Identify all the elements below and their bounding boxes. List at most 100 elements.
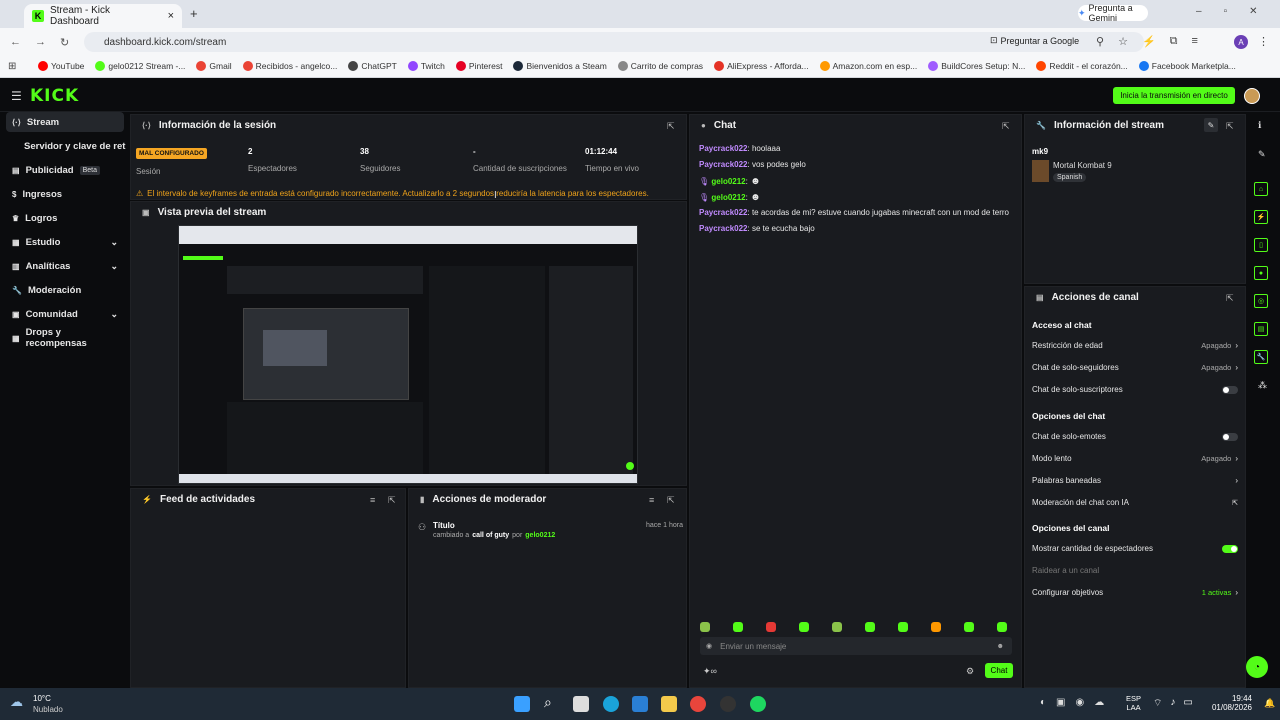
taskbar-search-icon[interactable]: ⌕	[544, 694, 552, 711]
chat-username[interactable]: Paycrack022	[699, 208, 748, 217]
emotes-only-toggle[interactable]	[1222, 432, 1238, 441]
sidebar-item-1[interactable]: Servidor y clave de retransmisión	[18, 136, 126, 156]
sidebar-item-0[interactable]: ⟨·⟩ Stream	[6, 112, 124, 132]
emote-5-icon[interactable]	[865, 622, 875, 632]
chat-settings-icon[interactable]: ◉	[706, 642, 712, 650]
back-icon[interactable]: ←	[10, 36, 21, 49]
bookmark-item[interactable]: Reddit - el corazón...	[1036, 61, 1128, 71]
bookmark-item[interactable]: Twitch	[407, 61, 445, 71]
chat-username[interactable]: gelo0212	[711, 193, 745, 202]
row-followers-only[interactable]: Chat de solo-seguidores Apagado ›	[1032, 363, 1238, 372]
info-icon[interactable]: ℹ	[1258, 120, 1261, 131]
rail-doc-icon[interactable]: ▯	[1254, 238, 1268, 252]
emote-1-icon[interactable]	[733, 622, 743, 632]
emote-0-icon[interactable]	[700, 622, 710, 632]
tray-icon-4[interactable]: ☁	[1094, 697, 1104, 708]
rail-chat-icon[interactable]: ●	[1254, 266, 1268, 280]
bookmark-item[interactable]: BuildCores Setup: N...	[928, 61, 1025, 71]
emote-8-icon[interactable]	[964, 622, 974, 632]
chat-input[interactable]: ◉ Enviar un mensaje ☻	[700, 637, 1012, 655]
send-chat-button[interactable]: Chat	[985, 663, 1013, 678]
tray-icon-2[interactable]: ▣	[1056, 697, 1065, 708]
row-slow-mode[interactable]: Modo lento Apagado ›	[1032, 454, 1238, 463]
google-lens-button[interactable]: ⊡ Preguntar a Google	[990, 35, 1079, 46]
chat-username[interactable]: Paycrack022	[699, 224, 748, 233]
obs-icon[interactable]	[720, 696, 736, 712]
close-window-icon[interactable]: ✕	[1249, 6, 1257, 17]
row-age-restriction[interactable]: Restricción de edad Apagado ›	[1032, 341, 1238, 350]
emote-6-icon[interactable]	[898, 622, 908, 632]
star-icon[interactable]: ☆	[1118, 35, 1128, 48]
chat-gear-icon[interactable]: ⚙	[966, 666, 974, 677]
forward-icon[interactable]: →	[35, 36, 46, 49]
language-indicator[interactable]: ESP LAA	[1126, 694, 1141, 712]
go-live-button[interactable]: Inicia la transmisión en directo	[1113, 87, 1235, 104]
rail-shield-icon[interactable]: ▤	[1254, 322, 1268, 336]
user-avatar[interactable]	[1244, 88, 1260, 104]
feed-expand-icon[interactable]: ⇱	[388, 495, 396, 506]
wifi-icon[interactable]: ⌔	[1153, 697, 1162, 710]
spotify-icon[interactable]	[750, 696, 766, 712]
rail-share-icon[interactable]: ⁂	[1258, 380, 1267, 391]
tray-steam-icon[interactable]: ◉	[1076, 697, 1085, 708]
row-banned-words[interactable]: Palabras baneadas ›	[1032, 476, 1238, 485]
mod-expand-icon[interactable]: ⇱	[667, 495, 675, 506]
bookmark-item[interactable]: gelo0212 Stream -...	[95, 61, 185, 71]
bookmark-item[interactable]: Gmail	[196, 61, 232, 71]
bookmark-item[interactable]: Carrito de compras	[617, 61, 703, 71]
menu-dots-icon[interactable]: ⋮	[1258, 35, 1269, 48]
bookmark-item[interactable]: Facebook Marketpla...	[1138, 61, 1236, 71]
rail-wrench-icon[interactable]: 🔧	[1254, 350, 1268, 364]
help-chat-icon[interactable]: ◔	[1246, 656, 1268, 678]
emote-7-icon[interactable]	[931, 622, 941, 632]
emote-3-icon[interactable]	[799, 622, 809, 632]
chat-username[interactable]: Paycrack022	[699, 144, 748, 153]
row-goals[interactable]: Configurar objetivos 1 activas ›	[1032, 588, 1238, 597]
expand-session-icon[interactable]: ⇱	[667, 121, 675, 132]
bookmark-item[interactable]: AliExpress - Afforda...	[714, 61, 809, 71]
emote-4-icon[interactable]	[832, 622, 842, 632]
sidebar-item-5[interactable]: ▦ Estudio ⌄	[6, 232, 124, 252]
new-tab-icon[interactable]: +	[190, 6, 198, 21]
volume-icon[interactable]: ♪	[1170, 697, 1175, 710]
battery-icon[interactable]: ▭	[1183, 697, 1192, 710]
bookmark-item[interactable]: Pinterest	[455, 61, 502, 71]
emoji-icon[interactable]: ☻	[997, 643, 1004, 650]
file-explorer-icon[interactable]	[661, 696, 677, 712]
minimize-icon[interactable]: –	[1196, 6, 1202, 17]
bookmark-item[interactable]: ChatGPT	[348, 61, 397, 71]
gemini-button[interactable]: ✦ Pregunta a Gemini	[1078, 3, 1148, 23]
sidebar-item-4[interactable]: ♛ Logros	[6, 208, 124, 228]
chat-expand-icon[interactable]: ⇱	[1002, 121, 1010, 132]
apps-grid-icon[interactable]: ⊞	[8, 61, 16, 72]
reading-list-icon[interactable]: ≡	[1192, 35, 1198, 48]
sidebar-item-3[interactable]: $ Ingresos	[6, 184, 124, 204]
hamburger-menu-icon[interactable]: ☰	[11, 89, 22, 103]
kick-logo[interactable]: KICK	[30, 86, 79, 106]
clock[interactable]: 19:44 01/08/2026	[1208, 694, 1252, 712]
task-view-icon[interactable]	[573, 696, 589, 712]
sidebar-item-8[interactable]: ▣ Comunidad ⌄	[6, 304, 124, 324]
row-ai-moderation[interactable]: Moderación del chat con IA ⇱	[1032, 498, 1238, 507]
channel-expand-icon[interactable]: ⇱	[1226, 293, 1234, 304]
bookmark-item[interactable]: YouTube	[38, 61, 84, 71]
profile-avatar[interactable]: A	[1234, 35, 1248, 49]
emote-2-icon[interactable]	[766, 622, 776, 632]
stream-preview-video[interactable]	[178, 225, 638, 484]
chat-username[interactable]: Paycrack022	[699, 160, 748, 169]
stream-category[interactable]: Mortal Kombat 9	[1053, 161, 1112, 170]
url-field[interactable]: dashboard.kick.com/stream	[84, 32, 1144, 52]
puzzle-icon[interactable]: ⧉	[1170, 35, 1178, 48]
chat-username[interactable]: gelo0212	[711, 177, 745, 186]
rail-button-1-icon[interactable]: ⌂	[1254, 182, 1268, 196]
maximize-icon[interactable]: ▫	[1224, 6, 1228, 17]
row-raid[interactable]: Raidear a un canal	[1032, 566, 1238, 575]
points-icon[interactable]: ✦∞	[703, 666, 717, 677]
subs-only-toggle[interactable]	[1222, 385, 1238, 394]
edge-icon[interactable]	[603, 696, 619, 712]
chrome-icon[interactable]	[690, 696, 706, 712]
notifications-icon[interactable]: 🔔	[1264, 698, 1275, 709]
bookmark-item[interactable]: Bienvenidos a Steam	[513, 61, 607, 71]
sidebar-item-6[interactable]: ▥ Analíticas ⌄	[6, 256, 124, 276]
mod-filter-icon[interactable]: ≡	[649, 495, 654, 505]
